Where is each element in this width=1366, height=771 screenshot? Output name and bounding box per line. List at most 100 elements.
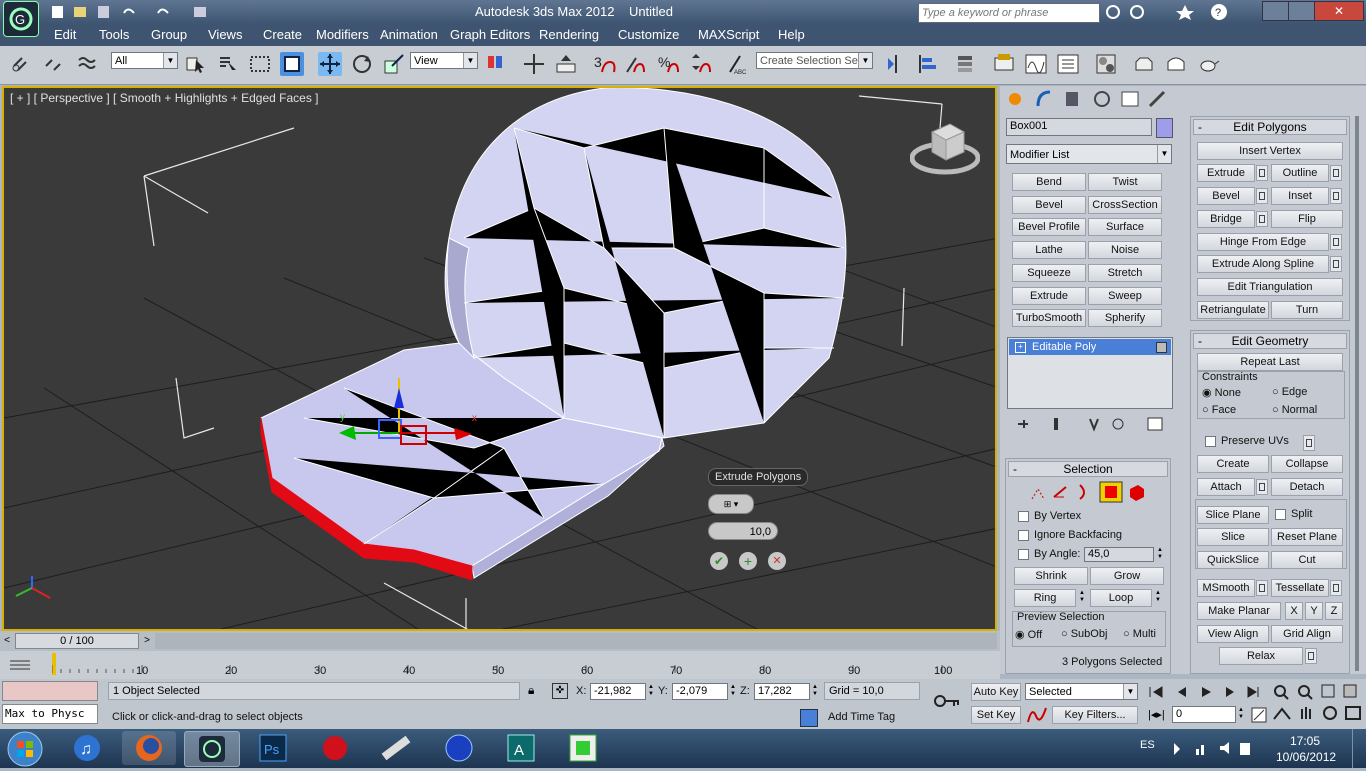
- window-crossing-icon[interactable]: [280, 52, 304, 76]
- perspective-viewport[interactable]: x y [ + ] [ Perspective ] [ Smooth + Hig…: [2, 86, 997, 631]
- close-button[interactable]: ✕: [1314, 1, 1364, 21]
- planar-z-button[interactable]: Z: [1325, 602, 1343, 620]
- align-icon[interactable]: [916, 52, 940, 76]
- selected-dropdown[interactable]: Selected ▼: [1025, 683, 1138, 700]
- play-icon[interactable]: [1202, 687, 1211, 697]
- orbit-icon[interactable]: [1323, 706, 1337, 720]
- signal-icon[interactable]: [1196, 745, 1204, 755]
- bind-spacewarp-icon[interactable]: [76, 52, 100, 76]
- extrude-along-spline-button[interactable]: Extrude Along Spline: [1197, 255, 1329, 273]
- object-color-swatch[interactable]: [1156, 118, 1173, 138]
- ignore-backfacing-checkbox[interactable]: [1018, 530, 1029, 541]
- pivot-center-icon[interactable]: [484, 52, 508, 76]
- x-spinner[interactable]: ▲ ▼: [647, 684, 655, 699]
- scale-icon[interactable]: [382, 52, 406, 76]
- show-desktop-button[interactable]: [1352, 729, 1366, 768]
- go-to-end-icon[interactable]: [1247, 686, 1259, 698]
- add-time-tag-label[interactable]: Add Time Tag: [828, 711, 895, 723]
- zoom-all-icon[interactable]: [1298, 685, 1313, 700]
- grid-align-button[interactable]: Grid Align: [1271, 625, 1343, 643]
- caddy-extrude-type-button[interactable]: ⊞ ▾: [708, 494, 754, 514]
- view-align-button[interactable]: View Align: [1197, 625, 1269, 643]
- edit-triangulation-button[interactable]: Edit Triangulation: [1197, 278, 1343, 296]
- key-filters-button[interactable]: Key Filters...: [1052, 706, 1138, 724]
- previous-frame-icon[interactable]: [1178, 687, 1186, 697]
- bevel-settings-icon[interactable]: [1256, 188, 1268, 204]
- absolute-mode-icon[interactable]: ✜: [552, 683, 568, 699]
- clock-time[interactable]: 17:05: [1290, 734, 1320, 748]
- detach-button[interactable]: Detach: [1271, 478, 1343, 496]
- edit-geometry-rollout-title[interactable]: - Edit Geometry: [1193, 333, 1347, 349]
- sweep-button[interactable]: Sweep: [1088, 287, 1162, 305]
- ring-button[interactable]: Ring: [1014, 589, 1076, 607]
- taskbar-app-icon[interactable]: [370, 731, 424, 765]
- rendered-frame-icon[interactable]: [1164, 52, 1188, 76]
- edge-mode-icon[interactable]: [1053, 486, 1067, 498]
- cut-button[interactable]: Cut: [1271, 551, 1343, 569]
- extrude-settings-icon[interactable]: [1256, 165, 1268, 181]
- set-key-icon[interactable]: [932, 693, 962, 709]
- insert-vertex-button[interactable]: Insert Vertex: [1197, 142, 1343, 160]
- power-icon[interactable]: [1240, 743, 1250, 755]
- repeat-last-button[interactable]: Repeat Last: [1197, 353, 1343, 371]
- maxscript-mini-listener-top[interactable]: [2, 681, 98, 701]
- constraint-normal-radio[interactable]: ○ Normal: [1272, 404, 1317, 416]
- z-spinner[interactable]: ▲ ▼: [811, 684, 819, 699]
- make-planar-button[interactable]: Make Planar: [1197, 602, 1281, 620]
- relax-button[interactable]: Relax: [1219, 647, 1303, 665]
- named-selection-set-dropdown[interactable]: Create Selection Se ▼: [756, 52, 873, 69]
- taskbar-photoshop-icon[interactable]: Ps: [246, 731, 300, 765]
- clock-date[interactable]: 10/06/2012: [1276, 750, 1336, 764]
- reference-coord-dropdown[interactable]: View ▼: [410, 52, 478, 69]
- taskbar-firefox-icon[interactable]: [122, 731, 176, 765]
- border-mode-icon[interactable]: [1079, 484, 1085, 500]
- menu-help[interactable]: Help: [778, 27, 805, 42]
- object-name-field[interactable]: Box001: [1006, 118, 1152, 136]
- create-button[interactable]: Create: [1197, 455, 1269, 473]
- loop-button[interactable]: Loop: [1090, 589, 1152, 607]
- menu-graph-editors[interactable]: Graph Editors: [450, 27, 530, 42]
- menu-rendering[interactable]: Rendering: [539, 27, 599, 42]
- pan-icon[interactable]: [1301, 707, 1311, 719]
- material-editor-icon[interactable]: [1094, 52, 1118, 76]
- viewport-label[interactable]: [ + ] [ Perspective ] [ Smooth + Highlig…: [10, 91, 319, 105]
- msmooth-settings-icon[interactable]: [1256, 580, 1268, 596]
- bevel-modifier-button[interactable]: Bevel: [1012, 196, 1086, 214]
- taskbar-green-app-icon[interactable]: [556, 731, 610, 765]
- lathe-button[interactable]: Lathe: [1012, 241, 1086, 259]
- twist-button[interactable]: Twist: [1088, 173, 1162, 191]
- taskbar-autocad-icon[interactable]: A: [494, 731, 548, 765]
- turn-button[interactable]: Turn: [1271, 301, 1343, 319]
- extrude-button[interactable]: Extrude: [1197, 164, 1255, 182]
- loop-spinner[interactable]: ▲ ▼: [1154, 590, 1162, 605]
- go-to-start-icon[interactable]: [1149, 686, 1163, 698]
- selection-rollout-title[interactable]: - Selection: [1008, 461, 1168, 477]
- quickslice-button[interactable]: QuickSlice: [1197, 551, 1269, 569]
- set-key-button[interactable]: Set Key: [971, 706, 1021, 724]
- taskbar-globe-icon[interactable]: [432, 731, 486, 765]
- graphite-tools-icon[interactable]: [992, 52, 1016, 76]
- preview-off-radio[interactable]: ◉ Off: [1015, 628, 1042, 641]
- zoom-extents-all-icon[interactable]: [1343, 684, 1357, 698]
- viewcube[interactable]: [909, 118, 981, 178]
- by-vertex-checkbox[interactable]: [1018, 511, 1029, 522]
- percent-snap-icon[interactable]: %: [656, 52, 680, 76]
- language-indicator[interactable]: ES: [1140, 739, 1155, 751]
- menu-create[interactable]: Create: [263, 27, 302, 42]
- snap-toggle-icon[interactable]: 3: [592, 52, 616, 76]
- zoom-extents-icon[interactable]: [1321, 684, 1335, 698]
- selection-filter-dropdown[interactable]: All ▼: [111, 52, 178, 69]
- bend-button[interactable]: Bend: [1012, 173, 1086, 191]
- bridge-button[interactable]: Bridge: [1197, 210, 1255, 228]
- edit-polygons-rollout-title[interactable]: - Edit Polygons: [1193, 119, 1347, 135]
- inset-button[interactable]: Inset: [1271, 187, 1329, 205]
- app-logo-icon[interactable]: G: [3, 1, 39, 37]
- tessellate-button[interactable]: Tessellate: [1271, 579, 1329, 597]
- hinge-from-edge-button[interactable]: Hinge From Edge: [1197, 233, 1329, 251]
- y-spinner[interactable]: ▲ ▼: [729, 684, 737, 699]
- angle-field[interactable]: 45,0: [1084, 547, 1154, 562]
- layer-manager-icon[interactable]: [954, 52, 978, 76]
- slice-plane-button[interactable]: Slice Plane: [1197, 506, 1269, 524]
- z-coordinate-field[interactable]: 17,282: [754, 683, 810, 700]
- bevel-button[interactable]: Bevel: [1197, 187, 1255, 205]
